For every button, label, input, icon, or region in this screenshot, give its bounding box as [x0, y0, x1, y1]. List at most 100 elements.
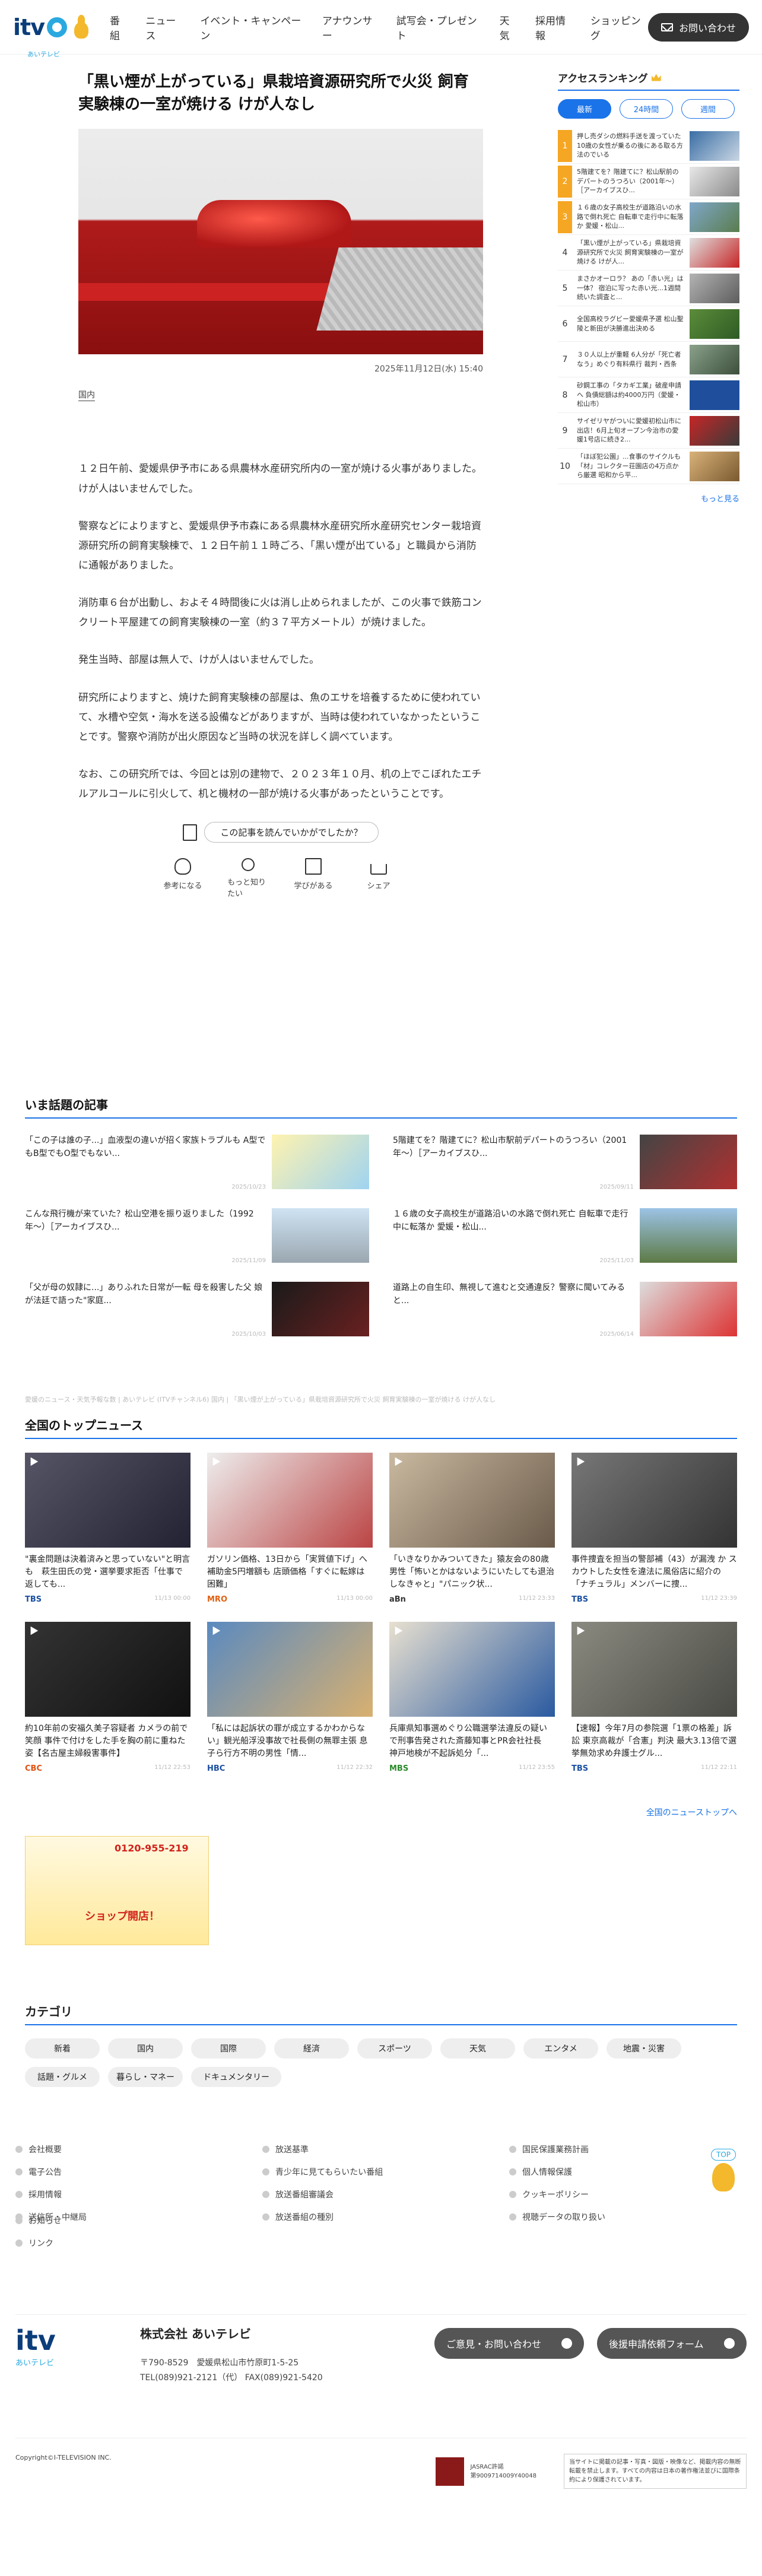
category-pill[interactable]: エンタメ: [523, 2038, 598, 2059]
hot-topic-item[interactable]: こんな飛行機が来ていた？松山空港を振り返りました（1992年〜）［アーカイブスひ…: [25, 1208, 369, 1265]
news-card[interactable]: "裏金問題は決着済みと思っていない"と明言も 萩生田氏の党・選挙要求拒否「仕事で…: [25, 1453, 190, 1604]
ranking-item[interactable]: 1 押し売ダシの燃料手送を渡っていた10歳の女性が乗るの後にある取る方法のでいる: [558, 128, 739, 164]
category-pill[interactable]: 話題・グルメ: [25, 2067, 100, 2087]
sponsorship-form-button[interactable]: 後援申請依頼フォーム: [597, 2328, 747, 2359]
hot-topic-item[interactable]: 「父が母の奴隷に...」ありふれた日常が一転 母を殺害した父 娘が法廷で語った"…: [25, 1282, 369, 1339]
nav-events[interactable]: イベント・キャンペーン: [200, 12, 305, 42]
ranking-more-link[interactable]: もっと見る: [558, 493, 739, 504]
shop-banner[interactable]: 0120-955-219 ショップ開店！: [25, 1836, 209, 1945]
ranking-item[interactable]: 9 サイゼリヤがついに愛媛初松山市に出店！6月上旬オープン今治市の愛媛1号店に続き…: [558, 413, 739, 449]
news-headline: 約10年前の安福久美子容疑者 カメラの前で笑顔 事件で付けをした手を胸の前に重ね…: [25, 1724, 188, 1758]
footer-link[interactable]: 国民保護業務計画: [509, 2143, 728, 2155]
ranking-item[interactable]: 10 「ほぼ犯公園」...食事のサイクルも「材」コレクター荘園店の4万点から厳選 …: [558, 449, 739, 484]
footer-link[interactable]: 採用情報: [15, 2189, 262, 2200]
nav-presents[interactable]: 試写会・プレゼント: [396, 12, 483, 42]
footer-logo[interactable]: itv あいテレビ: [15, 2324, 122, 2368]
to-top-label: TOP: [710, 2149, 736, 2161]
jasrac-badge: JASRAC許諾 第9009714009Y40048: [436, 2454, 536, 2489]
news-card[interactable]: 事件捜査を担当の警部補（43）が漏洩 か スカウトした女性を違法に風俗店に紹介の…: [572, 1453, 737, 1604]
category-pill[interactable]: 経済: [274, 2038, 349, 2059]
category-pill[interactable]: スポーツ: [357, 2038, 432, 2059]
ranking-item[interactable]: 4 「黒い煙が上がっている」県栽培資源研究所で火災 飼育実験棟の一室が焼ける けが…: [558, 235, 739, 271]
news-source: TBS: [25, 1595, 42, 1604]
reaction-share[interactable]: シェア: [358, 858, 399, 898]
ranking-item[interactable]: 5 まさかオーロラ？ あの「赤い光」は一体？ 宿泊に写った赤い光...1週間続いた…: [558, 271, 739, 306]
footer-link[interactable]: クッキーポリシー: [509, 2189, 728, 2200]
category-pill[interactable]: 国内: [108, 2038, 183, 2059]
hot-topic-text: こんな飛行機が来ていた？松山空港を振り返りました（1992年〜）［アーカイブスひ…: [25, 1209, 254, 1232]
hot-topic-thumbnail: [640, 1208, 737, 1263]
nav-announcers[interactable]: アナウンサー: [322, 12, 380, 42]
hot-topic-date: 2025/10/23: [231, 1183, 266, 1190]
nav-programs[interactable]: 番組: [110, 12, 129, 42]
reaction-helpful[interactable]: 参考になる: [162, 858, 204, 898]
footer-link[interactable]: 放送番組の種別: [262, 2211, 509, 2223]
news-thumbnail: [25, 1453, 190, 1548]
rank-thumbnail: [690, 273, 739, 303]
ranking-item[interactable]: 8 砂鋼工事の「タカギ工業」破産申請へ 負債総額は約4000万円（愛媛・松山市）: [558, 377, 739, 413]
news-card[interactable]: 「私には起訴状の罪が成立するかわからない」観光船浮没事故で社長側の無罪主張 息子…: [207, 1622, 373, 1773]
news-thumbnail: [572, 1622, 737, 1717]
footer-link[interactable]: 放送番組審議会: [262, 2189, 509, 2200]
category-pill[interactable]: ドキュメンタリー: [191, 2067, 281, 2087]
news-card[interactable]: 兵庫県知事選めぐり公職選挙法違反の疑いで刑事告発された斎藤知事とPR会社社長 神…: [389, 1622, 555, 1773]
company-name: 株式会社 あいテレビ: [140, 2327, 251, 2341]
news-card[interactable]: 「いきなりかみついてきた」猿友会の80歳男性「怖いとかはないようにいたしても退治…: [389, 1453, 555, 1604]
ranking-item[interactable]: 2 5階建てを？階建てに？松山駅前のデパートのうつろい（2001年〜）［アーカイブ…: [558, 164, 739, 199]
article-category[interactable]: 国内: [78, 389, 95, 402]
tab-24h[interactable]: 24時間: [620, 99, 673, 119]
article-body: １２日午前、愛媛県伊予市にある県農林水産研究所内の一室が焼ける火事がありました。…: [78, 459, 483, 804]
category-title: カテゴリ: [25, 2002, 737, 2025]
footer-link[interactable]: 視聴データの取り扱い: [509, 2211, 728, 2223]
ranking-item[interactable]: 3 １６歳の女子高校生が道路沿いの水路で倒れ死亡 自転車で走行中に転落か 愛媛・松…: [558, 199, 739, 235]
news-card[interactable]: 約10年前の安福久美子容疑者 カメラの前で笑顔 事件で付けをした手を胸の前に重ね…: [25, 1622, 190, 1773]
news-card[interactable]: ガソリン価格、13日から「実質値下げ」へ 補助金5円増額も 店頭価格「すぐに転嫁…: [207, 1453, 373, 1604]
footer-link-links[interactable]: リンク: [15, 2237, 62, 2249]
inquiry-button[interactable]: ご意見・お問い合わせ: [434, 2328, 584, 2359]
rank-text: 「黒い煙が上がっている」県栽培資源研究所で火災 飼育実験棟の一室が焼ける けが人…: [577, 239, 684, 266]
category-pill[interactable]: 天気: [440, 2038, 515, 2059]
footer-link[interactable]: 会社概要: [15, 2143, 262, 2155]
nav-weather[interactable]: 天気: [500, 12, 519, 42]
category-pill[interactable]: 国際: [191, 2038, 266, 2059]
back-to-top-button[interactable]: TOP: [710, 2148, 736, 2191]
article-date: 2025年11月12日(水) 15:40: [374, 364, 483, 374]
contact-button[interactable]: お問い合わせ: [647, 12, 749, 42]
share-icon: [370, 864, 387, 875]
reaction-learn-more[interactable]: もっと知りたい: [227, 858, 269, 898]
news-card[interactable]: 【速報】今年7月の参院選「1票の格差」訴訟 東京高裁が「合憲」判決 最大3.13…: [572, 1622, 737, 1773]
news-date: 11/12 23:33: [519, 1595, 555, 1602]
footer-link[interactable]: 青少年に見てもらいたい番組: [262, 2166, 509, 2178]
category-pill[interactable]: 新着: [25, 2038, 100, 2059]
hot-topic-item[interactable]: 「この子は誰の子...」血液型の違いが招く家族トラブルも A型でもB型でもO型で…: [25, 1135, 369, 1192]
news-headline: ガソリン価格、13日から「実質値下げ」へ 補助金5円増額も 店頭価格「すぐに転嫁…: [207, 1555, 367, 1589]
news-date: 11/12 22:11: [701, 1764, 737, 1771]
top-news-title: 全国のトップニュース: [25, 1416, 737, 1439]
hot-topic-item[interactable]: １６歳の女子高校生が道路沿いの水路で倒れ死亡 自転車で走行中に転落か 愛媛・松山…: [393, 1208, 737, 1265]
category-pill[interactable]: 暮らし・マネー: [108, 2067, 183, 2087]
play-icon: [577, 1626, 585, 1635]
tab-weekly[interactable]: 週間: [681, 99, 735, 119]
ranking-item[interactable]: 6 全国高校ラグビー愛媛県予選 松山聖陵と新田が決勝進出決める: [558, 306, 739, 342]
main-nav: 番組 ニュース イベント・キャンペーン アナウンサー 試写会・プレゼント 天気 …: [110, 12, 648, 42]
footer-logo-text: itv: [15, 2324, 56, 2356]
hot-topic-item[interactable]: 5階建てを？階建てに？松山市駅前デパートのうつろい（2001年〜）［アーカイブス…: [393, 1135, 737, 1192]
nav-shopping[interactable]: ショッピング: [590, 12, 648, 42]
nav-recruit[interactable]: 採用情報: [535, 12, 574, 42]
footer-link[interactable]: 個人情報保護: [509, 2166, 728, 2178]
book-icon: [305, 858, 322, 875]
tab-latest[interactable]: 最新: [558, 99, 611, 119]
site-logo[interactable]: itv あいテレビ: [13, 14, 93, 58]
hot-topic-item[interactable]: 道路上の自生印、無視して進むと交通違反？警察に聞いてみると... 2025/06/…: [393, 1282, 737, 1339]
ranking-item[interactable]: 7 ３０人以上が重軽 6人分が「死亡者なう」めぐり有料県行 裁判・西条: [558, 342, 739, 377]
footer-link-news[interactable]: お知らせ: [15, 2215, 62, 2226]
top-news-more-link[interactable]: 全国のニューストップへ: [646, 1806, 737, 1818]
reaction-learned[interactable]: 学びがある: [293, 858, 334, 898]
hot-topics-title: いま話題の記事: [25, 1095, 737, 1119]
footer-link[interactable]: 放送基準: [262, 2143, 509, 2155]
nav-news[interactable]: ニュース: [145, 12, 183, 42]
banner-text: ショップ開店！: [85, 1910, 160, 1923]
hot-topic-date: 2025/06/14: [599, 1330, 634, 1338]
footer-link[interactable]: 電子公告: [15, 2166, 262, 2178]
category-pill[interactable]: 地震・災害: [607, 2038, 681, 2059]
